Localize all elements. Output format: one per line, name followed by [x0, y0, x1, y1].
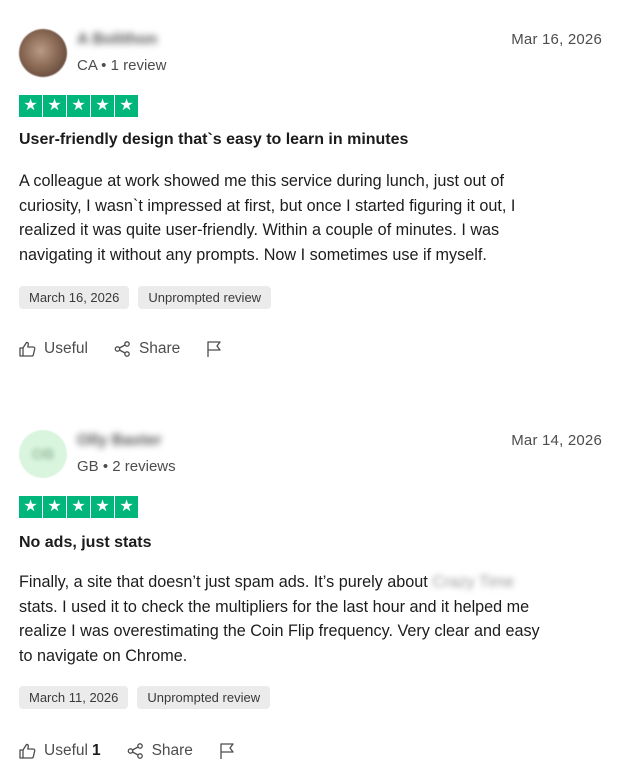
- flag-icon: [220, 743, 234, 759]
- review-body-line: Finally, a site that doesn’t just spam a…: [19, 570, 604, 595]
- review-date: Mar 14, 2026: [511, 432, 602, 449]
- star-icon: ★: [91, 496, 114, 518]
- review-tags: March 11, 2026 Unprompted review: [19, 686, 271, 709]
- review-body-line: stats. I used it to check the multiplier…: [19, 597, 530, 616]
- share-button[interactable]: Share: [127, 742, 193, 760]
- thumbs-up-icon: [19, 743, 36, 759]
- useful-button[interactable]: Useful 1: [19, 742, 101, 760]
- experience-date-badge: March 11, 2026: [19, 686, 129, 709]
- review-card: OB Olly Baxter GB • 2 reviews Mar 14, 20…: [0, 0, 626, 759]
- useful-count: 1: [91, 742, 101, 759]
- star-rating: ★ ★ ★ ★ ★: [19, 496, 138, 518]
- report-button[interactable]: [219, 742, 235, 760]
- review-body: Finally, a site that doesn’t just spam a…: [19, 570, 604, 669]
- share-label: Share: [151, 742, 193, 759]
- star-icon: ★: [19, 496, 42, 518]
- reviewer-meta: GB • 2 reviews: [77, 458, 176, 475]
- review-body-text: Finally, a site that doesn’t just spam a…: [19, 573, 428, 591]
- star-icon: ★: [67, 496, 90, 518]
- share-icon: [127, 743, 143, 759]
- avatar[interactable]: OB: [19, 430, 67, 478]
- review-title[interactable]: No ads, just stats: [19, 534, 151, 552]
- reviewer-review-count: 2 reviews: [112, 458, 176, 475]
- avatar-initials: OB: [31, 445, 55, 463]
- review-body-line: realize I was overestimating the Coin Fl…: [19, 622, 540, 641]
- reviewer-name[interactable]: Olly Baxter: [77, 432, 161, 450]
- redacted-game-name: Crazy Time: [432, 573, 515, 591]
- reviewer-country: GB: [77, 458, 99, 475]
- unprompted-review-badge[interactable]: Unprompted review: [137, 686, 271, 709]
- useful-label: Useful: [44, 742, 88, 759]
- review-actions: Useful 1 Share: [19, 742, 261, 760]
- review-body-line: to navigate on Chrome.: [19, 647, 188, 666]
- star-icon: ★: [43, 496, 66, 518]
- star-icon: ★: [115, 496, 138, 518]
